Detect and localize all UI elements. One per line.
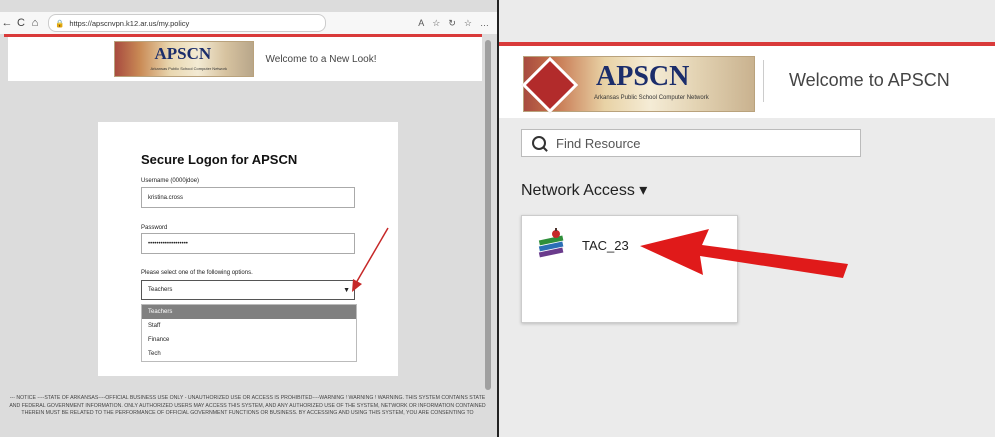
option-finance[interactable]: Finance — [142, 333, 356, 347]
password-label: Password — [141, 225, 168, 231]
username-value: kristina.cross — [148, 194, 184, 201]
apscn-portal: APSCN Arkansas Public School Computer Ne… — [499, 0, 995, 437]
option-teachers[interactable]: Teachers — [142, 305, 356, 319]
logo-subtext-large: Arkansas Public School Computer Network — [594, 95, 709, 101]
home-icon[interactable]: ⌂ — [28, 17, 42, 29]
resource-label: TAC_23 — [582, 238, 629, 253]
back-icon[interactable]: ← — [0, 17, 14, 29]
apscn-logo-large: APSCN Arkansas Public School Computer Ne… — [521, 56, 755, 114]
favorite-icon[interactable]: ☆ — [432, 18, 440, 29]
welcome-message: Welcome to a New Look! — [265, 53, 377, 65]
books-icon — [538, 228, 564, 258]
options-label: Please select one of the following optio… — [141, 270, 253, 276]
toolbar-icons: A ☆ ↻ ☆ … — [418, 18, 497, 29]
scrollbar[interactable] — [485, 40, 491, 390]
refresh-extension-icon[interactable]: ↻ — [448, 18, 456, 29]
right-page-header: APSCN Arkansas Public School Computer Ne… — [499, 46, 995, 118]
resource-tile[interactable]: TAC_23 — [521, 215, 738, 323]
logon-panel: Secure Logon for APSCN Username (0000jdo… — [98, 122, 398, 376]
password-value: ••••••••••••••••••• — [148, 240, 188, 247]
find-resource-input[interactable]: Find Resource — [521, 129, 861, 157]
refresh-icon[interactable]: C — [14, 17, 28, 29]
address-url: https://apscnvpn.k12.ar.us/my.policy — [69, 18, 190, 28]
logo-text: APSCN — [154, 44, 212, 63]
role-options-list: Teachers Staff Finance Tech — [141, 304, 357, 362]
portal-welcome: Welcome to APSCN — [789, 70, 950, 90]
read-aloud-icon[interactable]: A — [418, 18, 424, 29]
logon-title: Secure Logon for APSCN — [141, 152, 298, 167]
lock-icon: 🔒 — [55, 18, 65, 28]
option-tech[interactable]: Tech — [142, 347, 356, 361]
more-icon[interactable]: … — [480, 18, 489, 29]
username-input[interactable]: kristina.cross — [141, 187, 355, 208]
apscn-logo: APSCN Arkansas Public School Computer Ne… — [113, 41, 254, 77]
chevron-down-icon: ▼ — [343, 286, 350, 294]
left-page-header: APSCN Arkansas Public School Computer Ne… — [8, 37, 482, 81]
legal-notice: --- NOTICE ----STATE OF ARKANSAS----OFFI… — [0, 395, 495, 437]
logo-text-large: APSCN — [596, 61, 690, 92]
browser-window: ← C ⌂ 🔒 https://apscnvpn.k12.ar.us/my.po… — [0, 0, 499, 437]
search-icon — [532, 136, 546, 150]
browser-toolbar: ← C ⌂ 🔒 https://apscnvpn.k12.ar.us/my.po… — [0, 12, 497, 34]
role-select-value: Teachers — [148, 287, 173, 293]
address-bar[interactable]: 🔒 https://apscnvpn.k12.ar.us/my.policy — [48, 14, 326, 32]
option-staff[interactable]: Staff — [142, 319, 356, 333]
favorites-icon[interactable]: ☆ — [464, 18, 472, 29]
logo-subtext: Arkansas Public School Computer Network — [150, 66, 227, 71]
network-access-heading[interactable]: Network Access ▾ — [521, 180, 647, 200]
role-select[interactable]: Teachers ▼ — [141, 280, 355, 300]
header-divider — [763, 60, 764, 102]
search-placeholder: Find Resource — [556, 135, 641, 151]
flag-emblem-icon — [521, 56, 579, 114]
username-label: Username (0000jdoe) — [141, 178, 200, 184]
password-input[interactable]: ••••••••••••••••••• — [141, 233, 355, 254]
